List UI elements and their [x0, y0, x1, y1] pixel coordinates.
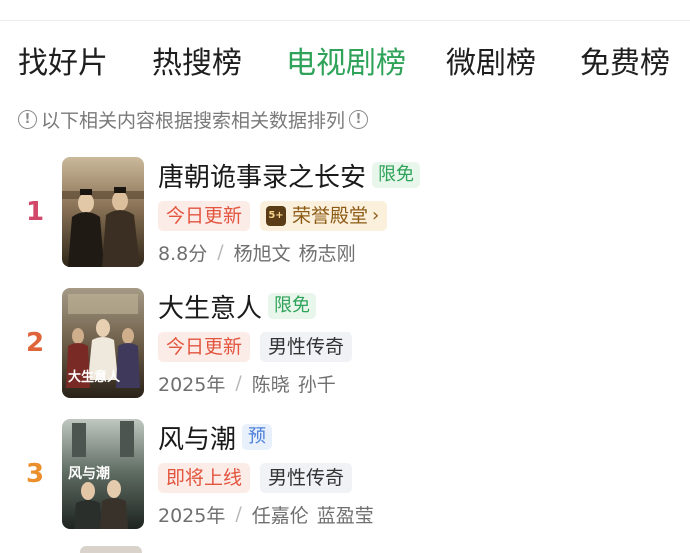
top-divider: [0, 20, 690, 21]
poster-image[interactable]: 大生意人: [62, 288, 144, 398]
show-title[interactable]: 大生意人: [158, 288, 262, 325]
ranking-notice: ! 以下相关内容根据搜索相关数据排列 !: [18, 104, 369, 134]
show-title[interactable]: 唐朝诡事录之长安: [158, 157, 366, 194]
tag-row: 即将上线 男性传奇: [158, 462, 362, 494]
separator: /: [235, 503, 242, 525]
tag-row: 今日更新 男性传奇: [158, 331, 362, 363]
tab-tv-series[interactable]: 电视剧榜: [286, 40, 406, 88]
meta-row: 8.8分 / 杨旭文 杨志刚: [158, 237, 356, 267]
honor-hall-tag[interactable]: 5+ 荣誉殿堂 ›: [260, 201, 388, 231]
poster-title-text: 大生意人: [68, 370, 121, 385]
next-poster-partial: [80, 546, 142, 553]
cast-name: 蓝盈莹: [316, 504, 374, 527]
poster-image[interactable]: [62, 157, 144, 267]
info-circle-icon: !: [18, 109, 37, 129]
poster-image[interactable]: 风与潮: [62, 419, 144, 529]
tag-row: 今日更新 5+ 荣誉殿堂 ›: [158, 200, 397, 232]
separator: /: [235, 372, 242, 394]
rank-number: 1: [25, 197, 45, 227]
list-item[interactable]: 1 唐朝诡事录之长安 限免 今日更新 5+ 荣誉殿堂 › 8.8分 / 杨旭文 …: [0, 157, 690, 273]
tab-free[interactable]: 免费榜: [580, 40, 670, 88]
tab-hot-search[interactable]: 热搜榜: [152, 40, 242, 88]
ranking-tabs: 找好片 热搜榜 电视剧榜 微剧榜 免费榜: [0, 40, 690, 88]
update-tag: 今日更新: [158, 201, 251, 231]
release-year: 2025年: [158, 504, 226, 527]
show-title[interactable]: 风与潮: [158, 419, 236, 456]
honor-medal-icon: 5+: [266, 206, 287, 226]
separator: /: [217, 241, 224, 263]
update-tag: 今日更新: [158, 332, 251, 362]
title-row: 大生意人 限免: [158, 288, 317, 325]
free-badge: 限免: [372, 162, 421, 188]
cast-name: 陈晓: [251, 373, 290, 396]
cast-name: 孙千: [297, 373, 336, 396]
info-circle-icon[interactable]: !: [349, 109, 369, 129]
meta-row: 2025年 / 任嘉伦 蓝盈莹: [158, 499, 374, 529]
cast-name: 杨志刚: [298, 242, 356, 265]
tab-micro-drama[interactable]: 微剧榜: [446, 40, 536, 88]
honor-hall-label: 荣誉殿堂: [292, 205, 369, 227]
rating-score: 8.8分: [158, 242, 208, 265]
notice-text: 以下相关内容根据搜索相关数据排列: [41, 109, 346, 132]
tab-find-good[interactable]: 找好片: [18, 40, 108, 88]
genre-tag[interactable]: 男性传奇: [260, 332, 353, 362]
title-row: 唐朝诡事录之长安 限免: [158, 157, 421, 194]
preview-badge: 预: [242, 424, 273, 450]
cast-name: 任嘉伦: [251, 504, 309, 527]
genre-tag[interactable]: 男性传奇: [260, 463, 353, 493]
free-badge: 限免: [268, 293, 317, 319]
cast-name: 杨旭文: [233, 242, 291, 265]
rank-number: 2: [25, 328, 45, 358]
rank-number: 3: [25, 459, 45, 489]
title-row: 风与潮 预: [158, 419, 273, 456]
release-year: 2025年: [158, 373, 226, 396]
list-item[interactable]: 2 大生意人 大生意人 限免 今日更新 男性传奇 2025年 / 陈晓 孙千: [0, 288, 690, 404]
coming-soon-tag: 即将上线: [158, 463, 251, 493]
chevron-right-icon: ›: [372, 205, 380, 226]
meta-row: 2025年 / 陈晓 孙千: [158, 368, 336, 398]
poster-title-text: 风与潮: [68, 466, 110, 482]
list-item[interactable]: 3 风与潮 风与潮 预 即将上线 男性传奇 2025年 / 任嘉伦 蓝盈莹: [0, 419, 690, 535]
